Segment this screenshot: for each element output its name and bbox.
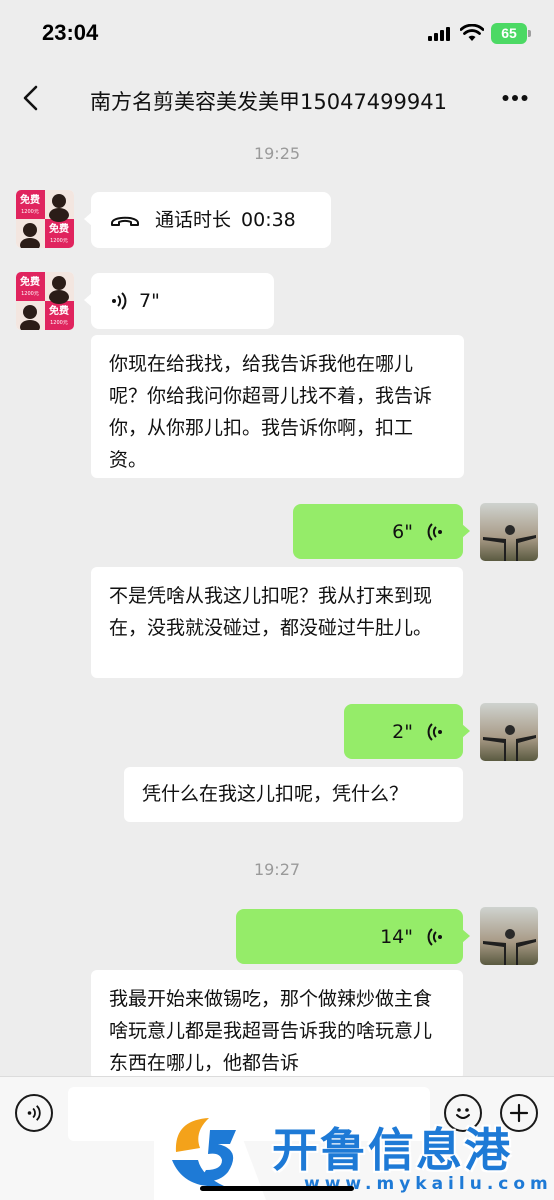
ad-text: 1200元 bbox=[21, 291, 39, 297]
contact-avatar[interactable]: 免费 1200元 免费 1200元 bbox=[16, 190, 74, 248]
ad-text: 免费 bbox=[49, 222, 69, 235]
avatar-image: 免费 1200元 免费 1200元 bbox=[16, 190, 74, 248]
voice-message-bubble[interactable]: 2" bbox=[344, 704, 470, 759]
voice-wave-icon bbox=[427, 723, 442, 741]
my-avatar[interactable] bbox=[480, 703, 538, 761]
my-avatar[interactable] bbox=[480, 503, 538, 561]
time-divider: 19:27 bbox=[253, 860, 301, 879]
back-icon[interactable] bbox=[20, 84, 40, 112]
voice-message-bubble[interactable]: 14" bbox=[236, 909, 470, 964]
home-indicator bbox=[200, 1186, 354, 1191]
voice-message-bubble[interactable]: 7" bbox=[84, 273, 274, 329]
voice-transcription: 你现在给我找，给我告诉我他在哪儿呢？你给我问你超哥儿找不着，我告诉你，从你那儿扣… bbox=[91, 335, 464, 478]
voice-duration: 14" bbox=[380, 926, 413, 948]
status-bar: 23:04 65 bbox=[0, 0, 554, 64]
ad-text: 免费 bbox=[20, 275, 40, 288]
call-label: 通话时长 bbox=[155, 209, 232, 231]
avatar-image: 免费 1200元 免费 1200元 bbox=[16, 272, 74, 330]
avatar-image bbox=[480, 703, 538, 761]
voice-wave-icon bbox=[427, 523, 442, 541]
voice-input-button[interactable] bbox=[15, 1094, 53, 1132]
more-icon[interactable] bbox=[502, 94, 528, 102]
call-record-bubble[interactable]: 通话时长 00:38 bbox=[84, 192, 331, 248]
chat-header: 南方名剪美容美发美甲15047499941 bbox=[0, 64, 554, 130]
chat-title: 南方名剪美容美发美甲15047499941 bbox=[90, 90, 447, 114]
status-time: 23:04 bbox=[42, 20, 99, 45]
call-duration: 00:38 bbox=[241, 209, 296, 231]
avatar-image bbox=[480, 503, 538, 561]
voice-duration: 2" bbox=[392, 721, 413, 743]
ad-text: 免费 bbox=[49, 304, 69, 317]
voice-message-bubble[interactable]: 6" bbox=[293, 504, 470, 559]
voice-transcription: 不是凭啥从我这儿扣呢？我从打来到现在，没我就没碰过，都没碰过牛肚儿。 bbox=[91, 567, 463, 678]
ad-text: 1200元 bbox=[50, 320, 68, 326]
voice-duration: 6" bbox=[392, 521, 413, 543]
wifi-icon bbox=[460, 24, 484, 41]
avatar-image bbox=[480, 907, 538, 965]
ad-text: 1200元 bbox=[50, 238, 68, 244]
voice-transcription: 凭什么在我这儿扣呢，凭什么？ bbox=[124, 767, 463, 822]
voice-wave-icon bbox=[427, 928, 442, 946]
voice-wave-icon bbox=[27, 1105, 41, 1121]
battery-indicator: 65 bbox=[491, 23, 531, 44]
watermark-url: www.mykailu.com bbox=[304, 1174, 553, 1194]
voice-duration: 7" bbox=[139, 290, 160, 312]
voice-wave-icon bbox=[112, 292, 127, 310]
voice-transcription: 我最开始来做锡吃，那个做辣炒做主食啥玩意儿都是我超哥告诉我的啥玩意儿东西在哪儿，… bbox=[91, 970, 463, 1080]
signal-icon bbox=[428, 27, 450, 41]
ad-text: 1200元 bbox=[21, 209, 39, 215]
contact-avatar[interactable]: 免费 1200元 免费 1200元 bbox=[16, 272, 74, 330]
my-avatar[interactable] bbox=[480, 907, 538, 965]
phone-icon bbox=[111, 216, 139, 226]
time-divider: 19:25 bbox=[253, 144, 301, 163]
watermark-text: 开鲁信息港 bbox=[272, 1123, 512, 1177]
ad-text: 免费 bbox=[20, 193, 40, 206]
